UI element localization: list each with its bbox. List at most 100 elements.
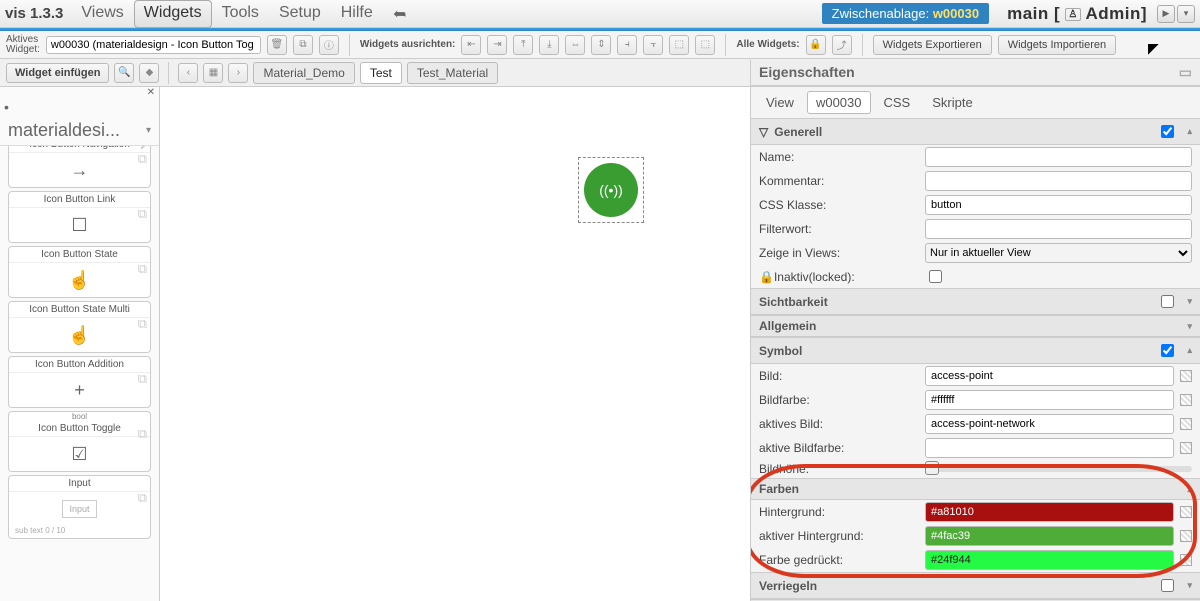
locked-check[interactable] (929, 270, 942, 283)
menu-widgets[interactable]: Widgets (134, 0, 212, 28)
undo-icon[interactable]: ➦ (383, 0, 416, 28)
bildhoehe-slider[interactable] (925, 466, 1192, 472)
next-icon[interactable]: › (228, 63, 248, 83)
section-general[interactable]: ▽ Generell ▴ (751, 118, 1200, 145)
name-input[interactable] (925, 147, 1192, 167)
delete-icon[interactable]: 🗑 (267, 35, 287, 55)
align-bottom-icon[interactable]: ⤓ (539, 35, 559, 55)
palette-item[interactable]: Icon Button Link☐⧉ (8, 191, 151, 243)
hintergrund-input[interactable] (925, 502, 1174, 522)
align-left-icon[interactable]: ⇤ (461, 35, 481, 55)
dist-v-icon[interactable]: ⫟ (643, 35, 663, 55)
vis-check[interactable] (1161, 295, 1174, 308)
picker-icon[interactable] (1180, 394, 1192, 406)
aktivesbild-input[interactable] (925, 414, 1174, 434)
menu-setup[interactable]: Setup (269, 0, 331, 28)
export-icon[interactable]: ⤴ (832, 35, 852, 55)
palette-item[interactable]: Icon Button State☝⧉ (8, 246, 151, 298)
section-visibility[interactable]: Sichtbarkeit▾ (751, 288, 1200, 315)
same-height-icon[interactable]: ⬚ (695, 35, 715, 55)
section-lock[interactable]: Verriegeln▾ (751, 572, 1200, 599)
copy-icon[interactable]: ⧉ (138, 371, 147, 387)
section-colors[interactable]: Farben▴ (751, 478, 1200, 500)
copy-icon[interactable]: ⧉ (138, 490, 147, 506)
aktivebildfarbe-input[interactable] (925, 438, 1174, 458)
palette-category[interactable]: materialdesi... ▾ (0, 116, 159, 146)
export-button[interactable]: Widgets Exportieren (873, 35, 992, 55)
dropdown-icon[interactable]: ▾ (1177, 5, 1195, 23)
palette-item[interactable]: Icon Button Addition+⧉ (8, 356, 151, 408)
symbol-check[interactable] (1161, 344, 1174, 357)
clipboard-badge[interactable]: Zwischenablage: w00030 (822, 3, 989, 24)
picker-icon[interactable] (1180, 554, 1192, 566)
menu-tools[interactable]: Tools (212, 0, 269, 28)
section-symbol[interactable]: Symbol▴ (751, 337, 1200, 364)
canvas[interactable]: ((•)) (160, 87, 750, 601)
grid-icon[interactable]: ▦ (203, 63, 223, 83)
same-width-icon[interactable]: ⬚ (669, 35, 689, 55)
menu-views[interactable]: Views (71, 0, 133, 28)
farbe-gedrueckt-input[interactable] (925, 550, 1174, 570)
prop-tab-view[interactable]: View (757, 91, 803, 114)
picker-icon[interactable] (1180, 506, 1192, 518)
showin-select[interactable]: Nur in aktueller View (925, 243, 1192, 263)
lock-check[interactable] (1161, 579, 1174, 592)
palette-item[interactable]: Icon Button State Multi☝⧉ (8, 301, 151, 353)
align-right-icon[interactable]: ⇥ (487, 35, 507, 55)
pin-icon[interactable]: ◆ (139, 63, 159, 83)
copy-icon[interactable]: ⧉ (138, 261, 147, 277)
copy-icon[interactable]: ⧉ (138, 426, 147, 442)
chevron-down-icon[interactable]: ▾ (1187, 321, 1192, 332)
align-vcenter-icon[interactable]: ⇕ (591, 35, 611, 55)
palette-item[interactable]: Icon Button Navigation→⧉➜ (8, 146, 151, 188)
align-hcenter-icon[interactable]: ⇔ (565, 35, 585, 55)
palette-item-title: Icon Button Addition (9, 357, 150, 373)
menu-help[interactable]: Hilfe (331, 0, 383, 28)
copy-icon[interactable]: ⧉ (293, 35, 313, 55)
align-top-icon[interactable]: ⤒ (513, 35, 533, 55)
import-button[interactable]: Widgets Importieren (998, 35, 1116, 55)
dist-h-icon[interactable]: ⫞ (617, 35, 637, 55)
chevron-down-icon[interactable]: ▾ (1187, 296, 1192, 307)
tab-test-material[interactable]: Test_Material (407, 62, 498, 84)
insert-widget-button[interactable]: Widget einfügen (6, 63, 109, 83)
picker-icon[interactable] (1180, 442, 1192, 454)
tab-test[interactable]: Test (360, 62, 402, 84)
info-icon[interactable]: ⓘ (319, 35, 339, 55)
cssclass-input[interactable] (925, 195, 1192, 215)
align-label: Widgets ausrichten: (360, 40, 455, 50)
search-icon[interactable]: 🔍 (114, 63, 134, 83)
prop-tab-scripts[interactable]: Skripte (923, 91, 981, 114)
icon-button-widget[interactable]: ((•)) (584, 163, 638, 217)
lock-icon[interactable]: 🔒 (806, 35, 826, 55)
locked-label: 🔒Inaktiv(locked): (759, 270, 919, 284)
prop-tab-widget[interactable]: w00030 (807, 91, 871, 114)
close-icon[interactable]: ✕ (0, 87, 159, 98)
palette-item[interactable]: InputInputsub text 0 / 10⧉ (8, 475, 151, 539)
copy-icon[interactable]: ⧉ (138, 316, 147, 332)
picker-icon[interactable] (1180, 418, 1192, 430)
bildfarbe-input[interactable] (925, 390, 1174, 410)
copy-icon[interactable]: ⧉ (138, 206, 147, 222)
picker-icon[interactable] (1180, 370, 1192, 382)
comment-input[interactable] (925, 171, 1192, 191)
tab-material-demo[interactable]: Material_Demo (253, 62, 354, 84)
chevron-down-icon[interactable]: ▾ (1187, 580, 1192, 591)
prev-icon[interactable]: ‹ (178, 63, 198, 83)
selected-widget[interactable]: ((•)) (578, 157, 644, 223)
filter-input[interactable] (925, 219, 1192, 239)
top-toolbar: vis 1.3.3 Views Widgets Tools Setup Hilf… (0, 0, 1200, 28)
palette-item[interactable]: boolIcon Button Toggle☑⧉ (8, 411, 151, 472)
chevron-up-icon[interactable]: ▴ (1187, 484, 1192, 495)
play-icon[interactable]: ▶ (1157, 5, 1175, 23)
section-common[interactable]: Allgemein▾ (751, 315, 1200, 337)
picker-icon[interactable] (1180, 530, 1192, 542)
section-general-check[interactable] (1161, 125, 1174, 138)
akt-hintergrund-input[interactable] (925, 526, 1174, 546)
chevron-up-icon[interactable]: ▴ (1187, 345, 1192, 356)
collapse-icon[interactable]: ▭ (1179, 64, 1192, 81)
prop-tab-css[interactable]: CSS (875, 91, 920, 114)
chevron-up-icon[interactable]: ▴ (1187, 126, 1192, 137)
bild-input[interactable] (925, 366, 1174, 386)
active-widget-input[interactable] (46, 36, 261, 54)
